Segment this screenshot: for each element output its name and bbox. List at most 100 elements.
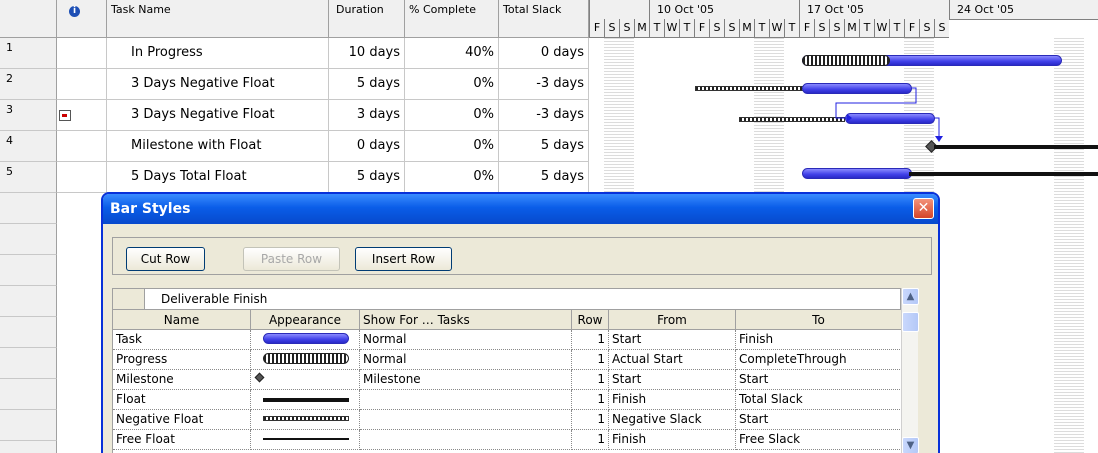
bar-style-name-cell[interactable]: Task <box>113 330 251 350</box>
info-icon: i <box>69 6 80 17</box>
task-name-cell[interactable]: 5 Days Total Float <box>107 162 329 193</box>
col-header-from: From <box>609 310 736 330</box>
bar-style-row-cell[interactable]: 1 <box>572 330 609 350</box>
bar-style-name-cell[interactable]: Milestone <box>113 370 251 390</box>
bar-style-row-cell[interactable]: 1 <box>572 430 609 450</box>
task-name-cell[interactable]: 3 Days Negative Float <box>107 69 329 100</box>
bar-style-show-for-cell[interactable] <box>360 410 572 430</box>
total-slack-cell[interactable]: 0 days <box>499 38 589 69</box>
indicator-cell[interactable] <box>57 38 107 69</box>
empty-row-number[interactable] <box>0 379 57 410</box>
bar-style-show-for-cell[interactable] <box>360 430 572 450</box>
bar-style-row-cell[interactable]: 1 <box>572 390 609 410</box>
empty-row-number[interactable] <box>0 348 57 379</box>
indicator-cell[interactable] <box>57 131 107 162</box>
appearance-cell[interactable] <box>251 330 360 350</box>
bar-style-name-cell[interactable]: Progress <box>113 350 251 370</box>
appearance-cell[interactable] <box>251 390 360 410</box>
blue-bar-swatch-icon <box>263 333 349 344</box>
bar-style-to-cell[interactable]: CompleteThrough <box>736 350 902 370</box>
bar-style-show-for-cell[interactable]: Normal <box>360 350 572 370</box>
col-header-appearance: Appearance <box>251 310 360 330</box>
scroll-up-icon[interactable]: ▲ <box>902 288 919 305</box>
duration-cell[interactable]: 5 days <box>329 162 405 193</box>
dialog-title-bar[interactable]: Bar Styles ✕ <box>103 194 938 224</box>
bar-style-from-cell[interactable]: Finish <box>609 430 736 450</box>
pct-complete-cell[interactable]: 0% <box>405 162 499 193</box>
bar-style-from-cell[interactable]: Start <box>609 370 736 390</box>
bar-style-name-cell[interactable]: Negative Float <box>113 410 251 430</box>
pct-complete-cell[interactable]: 0% <box>405 100 499 131</box>
bar-style-to-cell[interactable]: Free Slack <box>736 430 902 450</box>
empty-row-number[interactable] <box>0 410 57 441</box>
bar-style-to-cell[interactable]: Finish <box>736 330 902 350</box>
total-slack-cell[interactable]: 5 days <box>499 162 589 193</box>
total-slack-cell[interactable]: -3 days <box>499 69 589 100</box>
col-header-name: Name <box>113 310 251 330</box>
scroll-thumb[interactable] <box>902 312 919 332</box>
bar-style-from-cell[interactable]: Negative Slack <box>609 410 736 430</box>
empty-row-number[interactable] <box>0 255 57 286</box>
appearance-cell[interactable] <box>251 410 360 430</box>
indicator-cell[interactable] <box>57 69 107 100</box>
bar-style-row-cell[interactable]: 1 <box>572 410 609 430</box>
pct-complete-cell[interactable]: 40% <box>405 38 499 69</box>
row-number[interactable]: 1 <box>0 38 57 69</box>
total-slack-cell[interactable]: -3 days <box>499 100 589 131</box>
bar-style-name-cell[interactable]: Free Float <box>113 430 251 450</box>
bar-styles-table[interactable]: Name Appearance Show For … Tasks Row Fro… <box>112 310 902 453</box>
task-name-cell[interactable]: Milestone with Float <box>107 131 329 162</box>
entry-bar[interactable]: Deliverable Finish <box>112 288 901 310</box>
task-name-cell[interactable]: 3 Days Negative Float <box>107 100 329 131</box>
duration-cell[interactable]: 0 days <box>329 131 405 162</box>
appearance-cell[interactable] <box>251 350 360 370</box>
duration-cell[interactable]: 10 days <box>329 38 405 69</box>
cut-row-button[interactable]: Cut Row <box>126 247 205 271</box>
pct-complete-cell[interactable]: 0% <box>405 131 499 162</box>
row-number[interactable]: 3 <box>0 100 57 131</box>
pct-complete-header[interactable]: % Complete <box>405 0 499 38</box>
appearance-cell[interactable] <box>251 430 360 450</box>
bar-style-from-cell[interactable]: Finish <box>609 390 736 410</box>
bar-style-from-cell[interactable]: Start <box>609 330 736 350</box>
calendar-indicator-icon[interactable] <box>59 110 71 121</box>
bar-style-row-cell[interactable]: 1 <box>572 370 609 390</box>
row-number-header <box>0 0 57 38</box>
duration-cell[interactable]: 5 days <box>329 69 405 100</box>
indicator-cell[interactable] <box>57 162 107 193</box>
row-number[interactable]: 4 <box>0 131 57 162</box>
bar-style-show-for-cell[interactable]: Milestone <box>360 370 572 390</box>
empty-row-number[interactable] <box>0 286 57 317</box>
bar-style-row-cell[interactable]: 1 <box>572 350 609 370</box>
row-number[interactable]: 5 <box>0 162 57 193</box>
appearance-cell[interactable] <box>251 370 360 390</box>
row-number[interactable]: 2 <box>0 69 57 100</box>
close-icon[interactable]: ✕ <box>913 198 934 219</box>
duration-cell[interactable]: 3 days <box>329 100 405 131</box>
empty-row-number[interactable] <box>0 317 57 348</box>
hatched-bar-swatch-icon <box>263 416 349 421</box>
pct-complete-cell[interactable]: 0% <box>405 69 499 100</box>
task-name-header[interactable]: Task Name <box>107 0 329 38</box>
indicators-header[interactable]: i <box>57 0 107 38</box>
bar-style-to-cell[interactable]: Start <box>736 370 902 390</box>
entry-value: Deliverable Finish <box>161 292 268 306</box>
insert-row-button[interactable]: Insert Row <box>355 247 452 271</box>
total-slack-header[interactable]: Total Slack <box>499 0 589 38</box>
bar-style-to-cell[interactable]: Total Slack <box>736 390 902 410</box>
bar-style-show-for-cell[interactable] <box>360 390 572 410</box>
vertical-scrollbar[interactable]: ▲ ▼ <box>901 288 919 453</box>
task-name-cell[interactable]: In Progress <box>107 38 329 69</box>
empty-row-number[interactable] <box>0 193 57 224</box>
bar-style-show-for-cell[interactable]: Normal <box>360 330 572 350</box>
bar-style-from-cell[interactable]: Actual Start <box>609 350 736 370</box>
dialog-title: Bar Styles <box>110 201 191 217</box>
duration-header[interactable]: Duration <box>329 0 405 38</box>
empty-row-number[interactable] <box>0 224 57 255</box>
empty-row-number[interactable] <box>0 441 57 453</box>
scroll-down-icon[interactable]: ▼ <box>902 437 919 453</box>
total-slack-cell[interactable]: 5 days <box>499 131 589 162</box>
bar-style-to-cell[interactable]: Start <box>736 410 902 430</box>
progress-bar-swatch-icon <box>263 353 349 364</box>
bar-style-name-cell[interactable]: Float <box>113 390 251 410</box>
